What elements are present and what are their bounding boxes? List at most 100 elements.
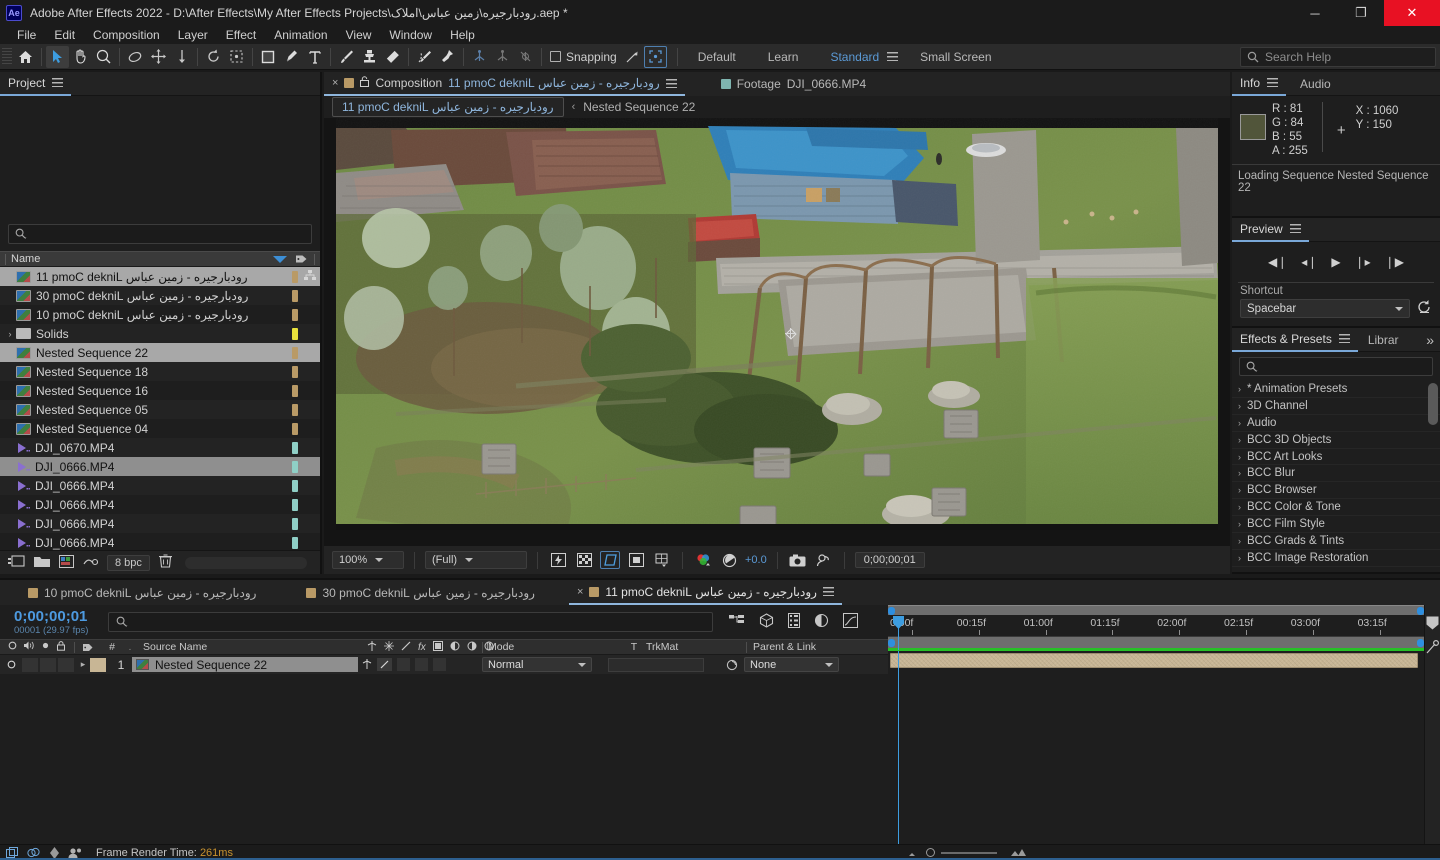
snapping-toggle[interactable]: Snapping xyxy=(546,50,621,64)
video-switch-icon[interactable] xyxy=(8,641,17,653)
work-area-bar[interactable] xyxy=(888,637,1440,648)
take-snapshot-icon[interactable] xyxy=(788,551,808,569)
project-item[interactable]: › Solids xyxy=(0,324,320,343)
disclosure-triangle-icon[interactable]: › xyxy=(1238,418,1241,428)
tab-preview[interactable]: Preview xyxy=(1232,218,1309,242)
menu-view[interactable]: View xyxy=(337,26,381,44)
panel-menu-icon[interactable] xyxy=(665,78,677,88)
composition-viewer[interactable] xyxy=(324,118,1230,545)
project-footer-slider[interactable] xyxy=(184,556,307,569)
project-item[interactable]: Nested Sequence 18 xyxy=(0,362,320,381)
layer-motion-blur-switch[interactable] xyxy=(433,658,446,671)
disclosure-triangle-icon[interactable]: › xyxy=(1238,468,1241,478)
exposure-value[interactable]: +0.0 xyxy=(745,554,767,566)
label-color-swatch[interactable] xyxy=(292,536,298,549)
motion-blur-icon[interactable] xyxy=(450,641,460,654)
zoom-tool-icon[interactable] xyxy=(92,46,115,68)
layer-parent-pickwhip[interactable] xyxy=(704,659,744,671)
effects-overflow-icon[interactable]: » xyxy=(1426,332,1434,348)
label-color-swatch[interactable] xyxy=(292,308,298,321)
toggle-view-layout-icon[interactable] xyxy=(652,551,672,569)
toggle-transparency-grid-icon[interactable] xyxy=(574,551,594,569)
work-area-end-handle[interactable] xyxy=(1417,607,1424,615)
rotation-tool-icon[interactable] xyxy=(202,46,225,68)
disclosure-triangle-icon[interactable]: › xyxy=(1238,401,1241,411)
layer-audio-toggle[interactable] xyxy=(22,657,38,672)
layer-source-name-cell[interactable]: Nested Sequence 22 xyxy=(132,657,358,672)
home-icon[interactable] xyxy=(14,46,37,68)
project-item[interactable]: رودبارجیره - زمین عباس Linked Comp 01 xyxy=(0,305,320,324)
effects-category-row[interactable]: › BCC Film Style xyxy=(1232,516,1440,534)
menu-file[interactable]: File xyxy=(8,26,45,44)
workspace-small-screen[interactable]: Small Screen xyxy=(898,50,1007,64)
effects-category-list[interactable]: › * Animation Presets › 3D Channel › Audio › BC… xyxy=(1232,381,1440,581)
source-name-header[interactable]: Source Name xyxy=(137,639,367,655)
type-tool-icon[interactable] xyxy=(303,46,326,68)
workspace-standard[interactable]: Standard xyxy=(814,50,895,64)
work-area-start-handle[interactable] xyxy=(888,607,895,615)
label-color-swatch[interactable] xyxy=(292,327,298,340)
exposure-icon[interactable] xyxy=(719,551,739,569)
close-button[interactable]: ✕ xyxy=(1384,0,1440,26)
roto-brush-tool-icon[interactable] xyxy=(413,46,436,68)
project-item[interactable]: DJI_0666.MP4 xyxy=(0,495,320,514)
playhead-line[interactable] xyxy=(898,651,899,848)
timeline-tab-linked-comp-03[interactable]: رودبارجیره - زمین عباس Linked Comp 03 xyxy=(298,581,542,605)
menu-window[interactable]: Window xyxy=(380,26,441,44)
hide-shy-layers-icon[interactable] xyxy=(788,613,800,631)
label-color-swatch[interactable] xyxy=(292,365,298,378)
timeline-tab-linked-comp-11[interactable]: × رودبارجیره - زمین عباس Linked Comp 11 xyxy=(568,581,842,605)
viewer-timecode[interactable]: 0;00;00;01 xyxy=(854,552,925,568)
layer-shy-switch[interactable] xyxy=(362,658,372,672)
show-channel-icon[interactable] xyxy=(693,551,713,569)
zoom-slider-track[interactable] xyxy=(941,851,997,854)
project-item[interactable]: رودبارجیره - زمین عباس Linked Comp 03 xyxy=(0,286,320,305)
draft-3d-icon[interactable] xyxy=(759,613,774,631)
new-folder-icon[interactable] xyxy=(34,555,50,571)
work-area-start-handle-2[interactable] xyxy=(888,638,895,647)
effects-icon[interactable]: fx xyxy=(418,642,426,653)
label-color-swatch[interactable] xyxy=(292,498,298,511)
tab-effects-and-presets[interactable]: Effects & Presets xyxy=(1232,328,1358,352)
toolbar-grip[interactable] xyxy=(2,47,12,66)
close-icon[interactable]: × xyxy=(332,77,338,89)
label-color-swatch[interactable] xyxy=(292,346,298,359)
disclosure-triangle-icon[interactable]: › xyxy=(1238,384,1241,394)
project-item[interactable]: DJI_0666.MP4 xyxy=(0,476,320,495)
solo-switch-icon[interactable] xyxy=(41,641,50,653)
anchor-point-tool-icon[interactable] xyxy=(225,46,248,68)
minimize-button[interactable]: ─ xyxy=(1292,0,1338,26)
trkmat-header[interactable]: TrkMat xyxy=(642,639,746,655)
menu-layer[interactable]: Layer xyxy=(169,26,217,44)
anchor-point-indicator[interactable] xyxy=(784,327,797,340)
disclosure-triangle-icon[interactable]: › xyxy=(1238,485,1241,495)
effects-category-row[interactable]: › 3D Channel xyxy=(1232,398,1440,415)
effects-category-row[interactable]: › Audio xyxy=(1232,415,1440,432)
world-axis-icon[interactable] xyxy=(491,46,514,68)
bit-depth-button[interactable]: 8 bpc xyxy=(107,554,150,571)
menu-effect[interactable]: Effect xyxy=(217,26,265,44)
label-color-swatch[interactable] xyxy=(292,422,298,435)
layer-frame-blending-switch[interactable] xyxy=(415,658,428,671)
layer-label-color[interactable] xyxy=(90,657,106,672)
effects-category-row[interactable]: › BCC Browser xyxy=(1232,482,1440,500)
tab-composition-linked-comp-11[interactable]: × Composition رودبارجیره - زمین عباس Lin… xyxy=(324,72,685,96)
layer-twirl-icon[interactable]: ▸ xyxy=(76,659,90,670)
maximize-button[interactable]: ❐ xyxy=(1338,0,1384,26)
menu-animation[interactable]: Animation xyxy=(265,26,336,44)
effects-category-row[interactable]: › BCC Color & Tone xyxy=(1232,499,1440,517)
layer-video-toggle[interactable] xyxy=(0,660,22,669)
panel-menu-icon[interactable] xyxy=(1338,334,1350,343)
effects-search-input[interactable] xyxy=(1239,357,1433,376)
label-color-swatch[interactable] xyxy=(292,479,298,492)
disclosure-triangle-icon[interactable]: › xyxy=(1238,452,1241,462)
composition-mini-flowchart-icon[interactable] xyxy=(729,614,745,631)
transform-box-icon[interactable] xyxy=(643,45,667,68)
color-depth-icon[interactable] xyxy=(83,555,99,571)
project-item[interactable]: رودبارجیره - زمین عباس Linked Comp 11 xyxy=(0,267,320,286)
panel-menu-icon[interactable] xyxy=(822,587,834,596)
layer-solo-toggle[interactable] xyxy=(40,657,56,672)
sort-descending-icon[interactable] xyxy=(273,255,287,263)
brush-tool-icon[interactable] xyxy=(335,46,358,68)
label-color-swatch[interactable] xyxy=(292,441,298,454)
